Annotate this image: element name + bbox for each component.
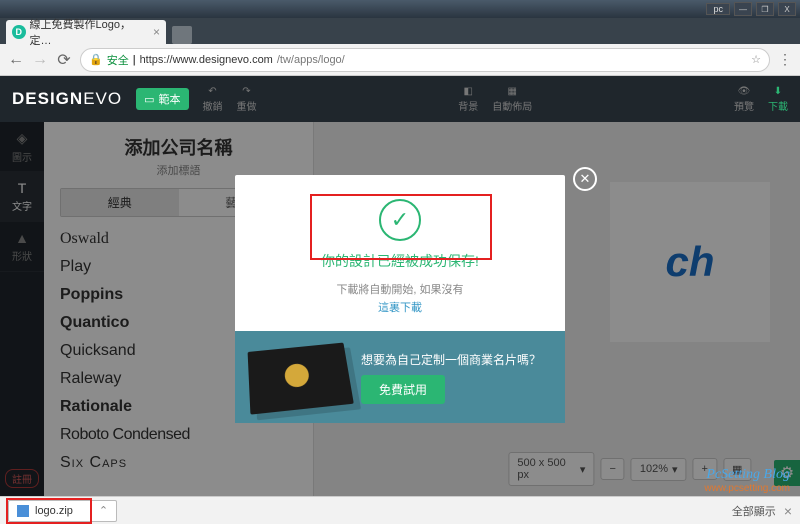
url-path: /tw/apps/logo/ [277,54,345,66]
secure-label: 安全 [107,52,129,68]
app-toolbar: DESIGNEVO ▭ 範本 ↶撤銷 ↷重做 ◧背景 ▦自動佈局 👁預覽 ⬇下載 [0,76,800,122]
download-link[interactable]: 這裏下載 [251,299,549,315]
download-filename: logo.zip [35,505,73,517]
show-all-downloads[interactable]: 全部顯示 [732,503,776,519]
business-card-image [248,343,354,415]
downloads-bar: logo.zip ⌃ 全部顯示 × [0,496,800,524]
close-downloads-bar[interactable]: × [784,503,792,519]
pc-label: pc [706,3,730,15]
template-button[interactable]: ▭ 範本 [136,88,188,110]
window-close-button[interactable]: X [778,2,796,16]
download-hint: 下載將自動開始, 如果沒有 [251,281,549,297]
modal-promo: 想要為自己定制一個商業名片嗎？ 免費試用 [235,331,565,423]
layout-icon: ▦ [508,86,517,97]
chevron-up-icon[interactable]: ⌃ [99,504,108,517]
url-input[interactable]: 🔒 安全 | https://www.designevo.com/tw/apps… [80,48,770,72]
address-bar: ← → ⟳ 🔒 安全 | https://www.designevo.com/t… [0,44,800,76]
reload-button[interactable]: ⟳ [56,50,72,70]
auto-layout-button[interactable]: ▦自動佈局 [492,86,532,113]
lock-icon: 🔒 [89,53,103,66]
favicon-icon: D [12,25,26,39]
redo-icon: ↷ [242,86,250,97]
promo-text: 想要為自己定制一個商業名片嗎？ [361,351,541,369]
browser-menu-button[interactable]: ⋮ [778,51,792,68]
modal-overlay: ✕ ✓ 你的設計已經被成功保存! 下載將自動開始, 如果沒有 這裏下載 想要為自… [0,122,800,496]
close-icon: ✕ [580,171,591,187]
url-host: https://www.designevo.com [140,54,273,66]
download-button[interactable]: ⬇下載 [768,86,788,113]
success-check-icon: ✓ [379,199,421,241]
eye-icon: 👁 [738,86,751,97]
browser-tab[interactable]: D 線上免費製作Logo，定… × [6,20,166,44]
main-area: ◈圖示 T文字 ▲形狀 註冊 添加公司名稱 添加標語 經典 藝術 Oswald … [0,122,800,496]
redo-button[interactable]: ↷重做 [237,86,257,113]
undo-button[interactable]: ↶撤銷 [203,86,223,113]
preview-button[interactable]: 👁預覽 [734,86,754,113]
modal-close-button[interactable]: ✕ [573,167,597,191]
new-tab-button[interactable] [172,26,192,44]
app-logo: DESIGNEVO [12,89,122,109]
download-icon: ⬇ [774,86,782,97]
bookmark-star-icon[interactable]: ☆ [751,53,761,66]
success-modal: ✕ ✓ 你的設計已經被成功保存! 下載將自動開始, 如果沒有 這裏下載 想要為自… [235,175,565,423]
undo-icon: ↶ [208,86,216,97]
back-button[interactable]: ← [8,51,24,69]
browser-tab-strip: D 線上免費製作Logo，定… × [0,18,800,44]
success-message: 你的設計已經被成功保存! [251,251,549,271]
file-icon [17,505,29,517]
background-button[interactable]: ◧背景 [458,86,478,113]
palette-icon: ◧ [464,86,473,97]
free-trial-button[interactable]: 免費試用 [361,375,445,404]
forward-button[interactable]: → [32,51,48,69]
window-minimize-button[interactable]: — [734,2,752,16]
window-maximize-button[interactable]: ❐ [756,2,774,16]
tab-title: 線上免費製作Logo，定… [30,16,149,48]
tab-close-icon[interactable]: × [153,25,160,39]
download-item[interactable]: logo.zip ⌃ [8,500,117,522]
